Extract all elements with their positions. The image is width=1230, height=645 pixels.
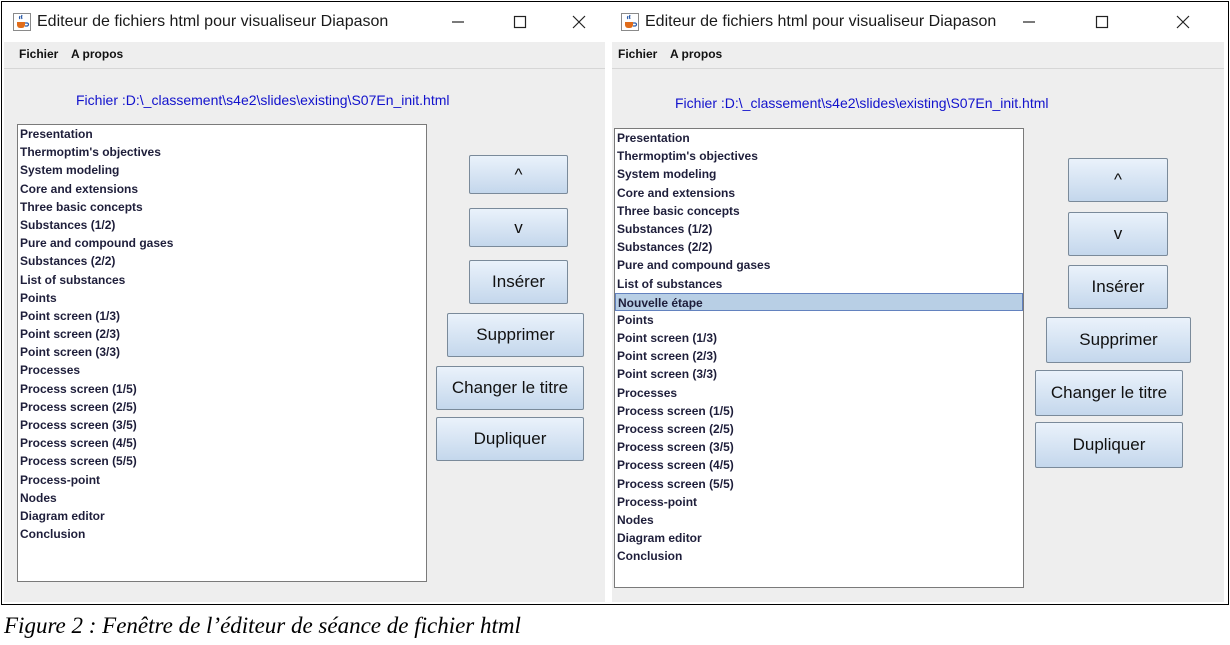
close-icon (1176, 15, 1190, 29)
list-item[interactable]: Core and extensions (615, 184, 1023, 202)
list-item[interactable]: Pure and compound gases (615, 256, 1023, 274)
slide-list[interactable]: Presentation Thermoptim's objectives Syste… (17, 124, 427, 582)
list-item[interactable]: System modeling (18, 161, 426, 179)
title-bar: Editeur de fichiers html pour visualiseu… (612, 2, 1224, 42)
menu-a-propos[interactable]: A propos (71, 47, 123, 61)
close-icon (572, 15, 586, 29)
list-item[interactable]: Substances (2/2) (615, 238, 1023, 256)
slide-list[interactable]: Presentation Thermoptim's objectives Syste… (614, 128, 1024, 588)
list-item[interactable]: Nodes (615, 511, 1023, 529)
maximize-button[interactable] (505, 8, 535, 36)
list-item[interactable]: Pure and compound gases (18, 234, 426, 252)
list-item[interactable]: Presentation (18, 125, 426, 143)
list-item[interactable]: Presentation (615, 129, 1023, 147)
list-item[interactable]: Thermoptim's objectives (615, 147, 1023, 165)
editor-window-before: Editeur de fichiers html pour visualiseu… (4, 2, 605, 602)
close-button[interactable] (564, 8, 594, 36)
list-item[interactable]: List of substances (18, 271, 426, 289)
list-item[interactable]: Processes (615, 384, 1023, 402)
list-item[interactable]: Diagram editor (615, 529, 1023, 547)
list-item[interactable]: System modeling (615, 165, 1023, 183)
list-item[interactable]: Diagram editor (18, 507, 426, 525)
list-item[interactable]: Processes (18, 361, 426, 379)
minimize-icon (1023, 21, 1035, 23)
list-item[interactable]: Nouvelle étape (615, 292, 1023, 311)
list-item[interactable]: Process screen (5/5) (18, 452, 426, 470)
list-item[interactable]: Three basic concepts (615, 202, 1023, 220)
list-item[interactable]: Process screen (2/5) (615, 420, 1023, 438)
list-item[interactable]: Point screen (2/3) (615, 347, 1023, 365)
list-item[interactable]: Core and extensions (18, 180, 426, 198)
list-item[interactable]: List of substances (615, 275, 1023, 293)
maximize-icon (1095, 15, 1109, 29)
list-item[interactable]: Thermoptim's objectives (18, 143, 426, 161)
file-path-label: Fichier :D:\_classement\s4e2\slides\exis… (675, 95, 1049, 111)
list-item[interactable]: Process screen (4/5) (18, 434, 426, 452)
menu-bar: Fichier A propos (612, 42, 1224, 69)
maximize-button[interactable] (1087, 8, 1117, 36)
list-item[interactable]: Point screen (3/3) (615, 365, 1023, 383)
title-bar: Editeur de fichiers html pour visualiseu… (4, 2, 605, 42)
delete-button[interactable]: Supprimer (447, 313, 584, 357)
minimize-icon (452, 21, 464, 23)
insert-button[interactable]: Insérer (469, 260, 568, 304)
maximize-icon (513, 15, 527, 29)
menu-fichier[interactable]: Fichier (618, 47, 657, 61)
list-item[interactable]: Process screen (1/5) (615, 402, 1023, 420)
list-item[interactable]: Conclusion (615, 547, 1023, 565)
window-title: Editeur de fichiers html pour visualiseu… (645, 13, 997, 30)
list-item[interactable]: Three basic concepts (18, 198, 426, 216)
list-item[interactable]: Process screen (3/5) (615, 438, 1023, 456)
delete-button[interactable]: Supprimer (1046, 317, 1191, 363)
list-item[interactable]: Process screen (1/5) (18, 380, 426, 398)
list-item[interactable]: Points (18, 289, 426, 307)
menu-fichier[interactable]: Fichier (19, 47, 58, 61)
list-item[interactable]: Nodes (18, 489, 426, 507)
close-button[interactable] (1168, 8, 1198, 36)
list-item[interactable]: Process screen (3/5) (18, 416, 426, 434)
java-cup-icon (13, 13, 31, 31)
menu-bar: Fichier A propos (4, 42, 605, 69)
list-item[interactable]: Process-point (18, 471, 426, 489)
java-cup-icon (621, 13, 639, 31)
figure-caption: Figure 2 : Fenêtre de l’éditeur de séanc… (4, 613, 521, 638)
window-title: Editeur de fichiers html pour visualiseu… (37, 13, 389, 30)
rename-button[interactable]: Changer le titre (436, 366, 584, 410)
list-item[interactable]: Process screen (2/5) (18, 398, 426, 416)
list-item[interactable]: Substances (1/2) (615, 220, 1023, 238)
menu-a-propos[interactable]: A propos (670, 47, 722, 61)
list-item[interactable]: Point screen (1/3) (615, 329, 1023, 347)
duplicate-button[interactable]: Dupliquer (1035, 422, 1183, 468)
list-item[interactable]: Conclusion (18, 525, 426, 543)
move-down-button[interactable]: v (469, 208, 568, 247)
list-item[interactable]: Point screen (2/3) (18, 325, 426, 343)
move-up-button[interactable]: ^ (469, 155, 568, 194)
minimize-button[interactable] (443, 8, 473, 36)
list-item[interactable]: Point screen (3/3) (18, 343, 426, 361)
list-item[interactable]: Points (615, 311, 1023, 329)
list-item[interactable]: Substances (1/2) (18, 216, 426, 234)
minimize-button[interactable] (1014, 8, 1044, 36)
file-path-label: Fichier :D:\_classement\s4e2\slides\exis… (76, 92, 450, 108)
list-item[interactable]: Process screen (5/5) (615, 475, 1023, 493)
rename-button[interactable]: Changer le titre (1035, 370, 1183, 416)
editor-window-after: Editeur de fichiers html pour visualiseu… (612, 2, 1224, 602)
list-item[interactable]: Process screen (4/5) (615, 456, 1023, 474)
move-up-button[interactable]: ^ (1068, 158, 1168, 202)
list-item[interactable]: Point screen (1/3) (18, 307, 426, 325)
move-down-button[interactable]: v (1068, 212, 1168, 256)
duplicate-button[interactable]: Dupliquer (436, 417, 584, 461)
list-item[interactable]: Process-point (615, 493, 1023, 511)
insert-button[interactable]: Insérer (1068, 265, 1168, 309)
list-item[interactable]: Substances (2/2) (18, 252, 426, 270)
